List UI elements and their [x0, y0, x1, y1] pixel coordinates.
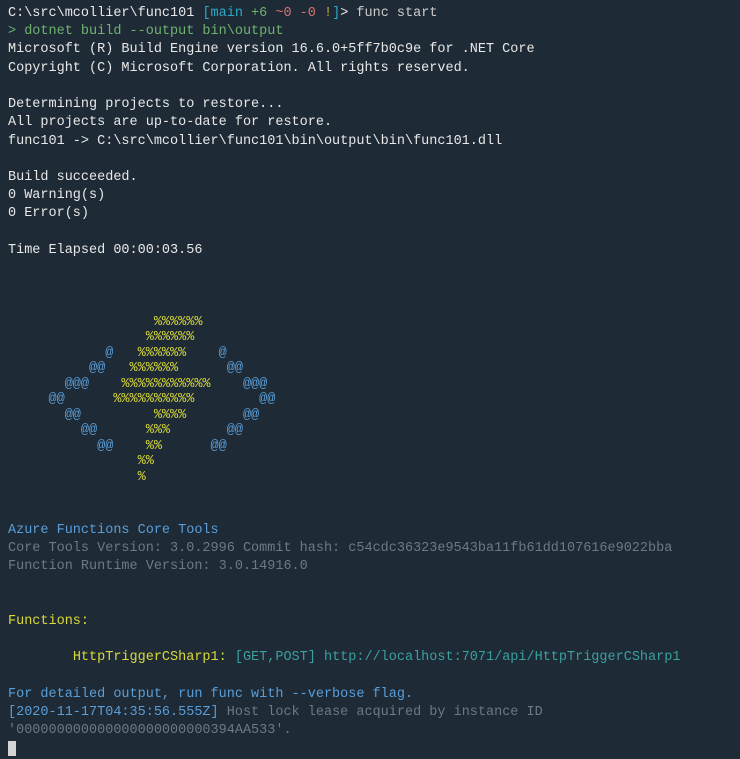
- time-elapsed: Time Elapsed 00:00:03.56: [8, 242, 732, 260]
- build-warnings: 0 Warning(s): [8, 187, 732, 205]
- ascii-row: @@@ %%%%%%%%%%% @@@: [8, 377, 267, 392]
- runtime-version-value: 3.0.14916.0: [219, 559, 308, 574]
- tools-title: Azure Functions Core Tools: [8, 522, 732, 540]
- blank-line: [8, 485, 732, 503]
- copyright-line: Copyright (C) Microsoft Corporation. All…: [8, 60, 732, 78]
- branch-close: ]: [332, 6, 340, 21]
- build-succeeded: Build succeeded.: [8, 169, 732, 187]
- function-name: HttpTriggerCSharp1:: [73, 650, 227, 665]
- function-entry: HttpTriggerCSharp1: [GET,POST] http://lo…: [8, 649, 732, 667]
- ascii-art: %%%%%% %%%%%% @ %%%%%% @ @@ %%%%%% @@ @@…: [8, 315, 732, 486]
- branch-ahead: +6: [243, 6, 267, 21]
- runtime-version-line: Function Runtime Version: 3.0.14916.0: [8, 558, 732, 576]
- core-version-line: Core Tools Version: 3.0.2996 Commit hash…: [8, 540, 732, 558]
- branch-local: -0: [292, 6, 316, 21]
- restore-line: func101 -> C:\src\mcollier\func101\bin\o…: [8, 133, 732, 151]
- blank-line: [8, 297, 732, 315]
- ascii-row: @@ %%%% @@: [8, 408, 259, 423]
- ascii-row: %%%%%%: [8, 330, 194, 345]
- functions-header: Functions:: [8, 613, 732, 631]
- ascii-row: @@ %%%%%% @@: [8, 361, 243, 376]
- log-line: [2020-11-17T04:35:56.555Z] Host lock lea…: [8, 704, 732, 740]
- prompt-path: C:\src\mcollier\func101: [8, 6, 194, 21]
- branch-name: main: [211, 6, 243, 21]
- restore-line: All projects are up-to-date for restore.: [8, 114, 732, 132]
- blank-line: [8, 278, 732, 296]
- blank-line: [8, 631, 732, 649]
- blank-line: [8, 260, 732, 278]
- blank-line: [8, 504, 732, 522]
- blank-line: [8, 668, 732, 686]
- cursor: [8, 741, 16, 756]
- typed-command: func start: [356, 6, 437, 21]
- prompt-end: >: [340, 6, 356, 21]
- function-methods: [GET,POST]: [227, 650, 324, 665]
- prompt-line: C:\src\mcollier\func101 [main +6 ~0 -0 !…: [8, 5, 732, 23]
- terminal-output[interactable]: C:\src\mcollier\func101 [main +6 ~0 -0 !…: [8, 5, 732, 759]
- ascii-row: @@ %% @@: [8, 439, 227, 454]
- ascii-row: @ %%%%%% @: [8, 346, 227, 361]
- sub-command: > dotnet build --output bin\output: [8, 23, 732, 41]
- ascii-row: %%: [8, 454, 154, 469]
- verbose-hint: For detailed output, run func with --ver…: [8, 686, 732, 704]
- build-engine-line: Microsoft (R) Build Engine version 16.6.…: [8, 41, 732, 59]
- core-version-label: Core Tools Version:: [8, 541, 170, 556]
- blank-line: [8, 595, 732, 613]
- ascii-row: @@ %%%%%%%%%% @@: [8, 392, 275, 407]
- core-version-value: 3.0.2996 Commit hash: c54cdc36323e9543ba…: [170, 541, 672, 556]
- blank-line: [8, 151, 732, 169]
- blank-line: [8, 224, 732, 242]
- runtime-version-label: Function Runtime Version:: [8, 559, 219, 574]
- blank-line: [8, 78, 732, 96]
- function-url[interactable]: http://localhost:7071/api/HttpTriggerCSh…: [324, 650, 680, 665]
- blank-line: [8, 576, 732, 594]
- branch-behind: ~0: [267, 6, 291, 21]
- build-errors: 0 Error(s): [8, 205, 732, 223]
- ascii-row: %%%%%%: [8, 315, 202, 330]
- log-timestamp: [2020-11-17T04:35:56.555Z]: [8, 705, 227, 720]
- branch-open: [: [194, 6, 210, 21]
- restore-line: Determining projects to restore...: [8, 96, 732, 114]
- function-indent: [8, 650, 73, 665]
- ascii-row: %: [8, 470, 146, 485]
- ascii-row: @@ %%% @@: [8, 423, 243, 438]
- branch-bang: !: [316, 6, 332, 21]
